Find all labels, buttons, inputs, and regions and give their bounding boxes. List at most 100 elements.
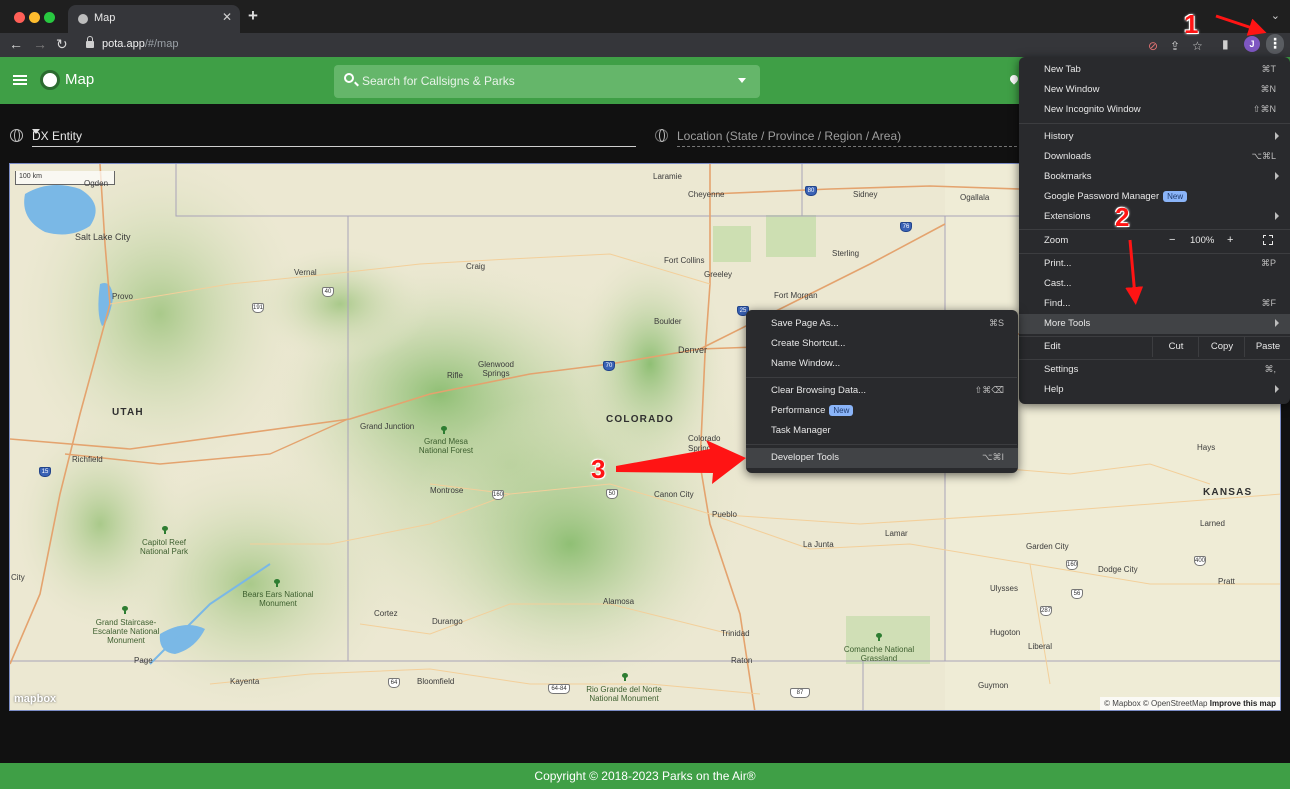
new-tab-button[interactable]: + <box>248 6 258 26</box>
city-label: Cheyenne <box>688 190 725 199</box>
highway-shield: 64-84 <box>548 684 570 694</box>
share-icon[interactable]: ⇪ <box>1170 39 1180 53</box>
annotation-number-2: 2 <box>1115 202 1130 232</box>
city-label: Denver <box>678 345 708 355</box>
submenu-item-performance[interactable]: Performance New <box>746 401 1018 421</box>
location-field[interactable]: Location (State / Province / Region / Ar… <box>677 127 1017 147</box>
zoom-in-button[interactable]: + <box>1227 234 1233 246</box>
highway-shield: 15 <box>39 467 51 477</box>
park-label: Bears Ears National Monument <box>242 590 314 608</box>
search-dropdown-caret-icon[interactable] <box>738 78 746 83</box>
improve-map-link[interactable]: Improve this map <box>1210 699 1276 708</box>
city-label: Glenwood Springs <box>477 360 515 378</box>
paste-button[interactable]: Paste <box>1244 337 1290 357</box>
state-label-utah: UTAH <box>112 407 144 418</box>
forward-arrow-icon[interactable]: → <box>33 36 47 52</box>
menu-separator <box>746 377 1017 378</box>
park-tree-icon[interactable] <box>441 426 447 434</box>
browser-tab-map[interactable]: Map ✕ <box>68 5 240 33</box>
park-tree-icon[interactable] <box>274 579 280 587</box>
highway-shield: 64 <box>388 678 400 688</box>
submenu-item-save-page-as[interactable]: Save Page As... ⌘S <box>746 314 1018 334</box>
submenu-item-name-window[interactable]: Name Window... <box>746 354 1018 374</box>
city-label: Richfield <box>72 455 103 464</box>
mapbox-logo[interactable]: mapbox <box>14 693 56 705</box>
reload-icon[interactable]: ↻ <box>56 36 68 53</box>
page-title: Map <box>65 71 95 88</box>
menu-item-bookmarks[interactable]: Bookmarks <box>1019 167 1290 187</box>
close-window-button[interactable] <box>14 12 25 23</box>
city-label: Guymon <box>978 681 1009 690</box>
attribution-text[interactable]: © Mapbox © OpenStreetMap <box>1104 699 1207 708</box>
callsign-park-search[interactable] <box>334 65 760 98</box>
fullscreen-icon[interactable] <box>1262 234 1274 246</box>
menu-item-find[interactable]: Find... ⌘F <box>1019 294 1290 314</box>
annotation-number-3: 3 <box>591 454 606 484</box>
profile-avatar[interactable]: J <box>1244 36 1260 52</box>
globe-icon <box>10 129 23 142</box>
hamburger-menu-icon[interactable] <box>13 75 27 85</box>
maximize-window-button[interactable] <box>44 12 55 23</box>
submenu-arrow-icon <box>1275 319 1279 327</box>
city-label: City <box>11 573 25 582</box>
highway-shield: 70 <box>603 361 615 371</box>
tab-search-chevron-icon[interactable]: ⌄ <box>1271 9 1280 22</box>
park-tree-icon[interactable] <box>622 673 628 681</box>
chrome-menu-kebab-icon[interactable]: ⋮ <box>1266 34 1284 54</box>
dropdown-caret-icon <box>32 129 40 134</box>
city-label: Trinidad <box>721 629 750 638</box>
submenu-arrow-icon <box>1275 132 1279 140</box>
city-label: La Junta <box>803 540 834 549</box>
location-pin-icon[interactable] <box>1008 73 1020 85</box>
city-label: Raton <box>731 656 753 665</box>
menu-item-extensions[interactable]: Extensions <box>1019 207 1290 227</box>
bookmark-star-icon[interactable]: ☆ <box>1192 39 1203 53</box>
browser-toolbar: ← → ↻ pota.app/#/map ⊘ ⇪ ☆ ▮ J ⋮ <box>0 33 1290 57</box>
park-tree-icon[interactable] <box>162 526 168 534</box>
submenu-item-create-shortcut[interactable]: Create Shortcut... <box>746 334 1018 354</box>
cut-button[interactable]: Cut <box>1152 337 1198 357</box>
tab-close-icon[interactable]: ✕ <box>222 10 232 24</box>
submenu-item-clear-browsing-data[interactable]: Clear Browsing Data... ⇧⌘⌫ <box>746 381 1018 401</box>
copy-button[interactable]: Copy <box>1198 337 1244 357</box>
address-bar[interactable]: pota.app/#/map ⊘ ⇪ ☆ <box>76 35 1216 55</box>
city-label: Liberal <box>1028 642 1053 651</box>
menu-item-settings[interactable]: Settings ⌘, <box>1019 360 1290 380</box>
menu-item-cast[interactable]: Cast... <box>1019 274 1290 294</box>
city-label: Vernal <box>294 268 317 277</box>
menu-item-new-tab[interactable]: New Tab ⌘T <box>1019 60 1290 80</box>
park-tree-icon[interactable] <box>122 606 128 614</box>
location-placeholder: Location (State / Province / Region / Ar… <box>677 129 902 143</box>
highway-shield: 191 <box>252 303 264 313</box>
menu-item-password-manager[interactable]: Google Password Manager New <box>1019 187 1290 207</box>
tab-title: Map <box>94 12 116 24</box>
menu-item-help[interactable]: Help <box>1019 380 1290 400</box>
highway-shield: 400 <box>1194 556 1206 566</box>
menu-item-more-tools[interactable]: More Tools <box>1019 314 1290 334</box>
zoom-out-button[interactable]: − <box>1169 234 1175 246</box>
city-label: Craig <box>466 262 486 271</box>
dx-entity-select[interactable]: DX Entity <box>32 127 636 147</box>
search-input[interactable] <box>362 72 722 90</box>
side-panel-icon[interactable]: ▮ <box>1222 37 1229 51</box>
minimize-window-button[interactable] <box>29 12 40 23</box>
highway-shield: 87 <box>790 688 810 698</box>
highway-shield: 50 <box>606 489 618 499</box>
blocked-icon[interactable]: ⊘ <box>1148 39 1158 53</box>
menu-item-downloads[interactable]: Downloads ⌥⌘L <box>1019 147 1290 167</box>
menu-item-new-window[interactable]: New Window ⌘N <box>1019 80 1290 100</box>
submenu-item-developer-tools[interactable]: Developer Tools ⌥⌘I <box>746 448 1018 468</box>
park-label: Capitol Reef National Park <box>139 538 189 556</box>
submenu-arrow-icon <box>1275 385 1279 393</box>
city-label: Montrose <box>430 486 464 495</box>
submenu-arrow-icon <box>1275 212 1279 220</box>
menu-item-history[interactable]: History <box>1019 127 1290 147</box>
highway-shield: 40 <box>322 287 334 297</box>
menu-item-new-incognito-window[interactable]: New Incognito Window ⇧⌘N <box>1019 100 1290 120</box>
submenu-item-task-manager[interactable]: Task Manager <box>746 421 1018 441</box>
menu-item-edit: Edit Cut Copy Paste <box>1019 337 1290 357</box>
city-label: Laramie <box>653 172 682 181</box>
park-tree-icon[interactable] <box>876 633 882 641</box>
back-arrow-icon[interactable]: ← <box>9 36 23 52</box>
menu-item-print[interactable]: Print... ⌘P <box>1019 254 1290 274</box>
